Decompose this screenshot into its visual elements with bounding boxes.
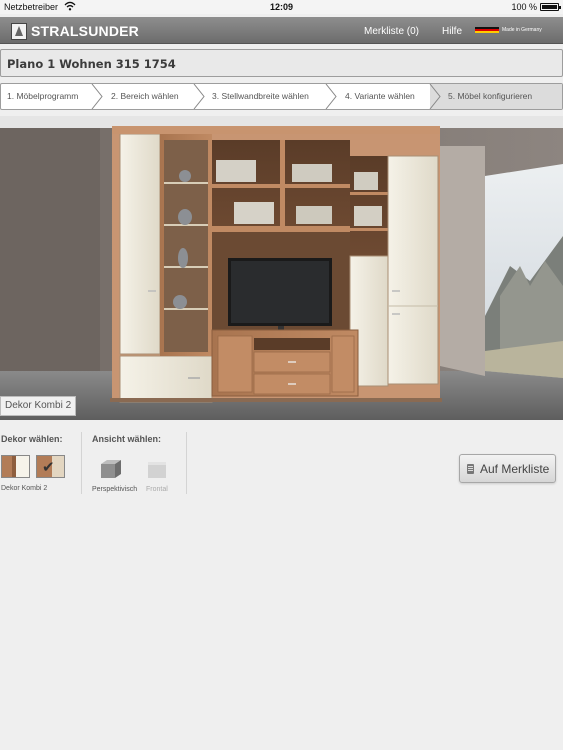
frontal-view-icon[interactable] [146,458,170,480]
step-3[interactable]: 3. Stellwandbreite wählen [206,84,326,109]
help-link[interactable]: Hilfe [442,26,462,37]
step-4[interactable]: 4. Variante wählen [339,84,431,109]
step-2[interactable]: 2. Bereich wählen [105,84,195,109]
step-chevron-icon [325,84,337,109]
product-title: Plano 1 Wohnen 315 1754 [7,57,176,71]
app-header: STRALSUNDER Merkliste (0) Hilfe Made in … [0,17,563,44]
battery-percent: 100 % [511,2,537,12]
clock: 12:09 [269,2,294,12]
perspective-view-icon[interactable] [99,458,123,480]
ansicht-heading: Ansicht wählen: [92,434,162,444]
divider [186,432,187,494]
logo-mark-icon [11,22,27,40]
frontal-view-label[interactable]: Frontal [146,486,168,493]
step-2-label: 2. Bereich wählen [111,91,179,101]
product-title-bar: Plano 1 Wohnen 315 1754 [0,49,563,77]
step-navigation: 1. Möbelprogramm 2. Bereich wählen 3. St… [0,83,563,110]
dekor-heading: Dekor wählen: [1,434,63,444]
add-to-merkliste-button[interactable]: Auf Merkliste [459,454,556,483]
made-in-germany-badge: Made in Germany [475,27,542,33]
battery-icon [540,3,561,11]
dekor-swatch-1[interactable] [1,455,30,478]
step-chevron-icon [193,84,205,109]
step-5-label: 5. Möbel konfigurieren [448,91,533,101]
divider [81,432,82,494]
perspective-view-label[interactable]: Perspektivisch [92,486,137,493]
dekor-swatch-2[interactable]: ✔ [36,455,65,478]
german-flag-icon [475,27,499,33]
made-in-label: Made in Germany [502,27,542,33]
check-icon: ✔ [42,459,55,476]
brand-logo[interactable]: STRALSUNDER [11,21,139,41]
wall-unit-render [0,116,563,420]
merkliste-link[interactable]: Merkliste (0) [364,26,419,37]
step-1[interactable]: 1. Möbelprogramm [1,84,93,109]
brand-name: STRALSUNDER [31,23,139,39]
list-icon [467,464,474,474]
step-1-label: 1. Möbelprogramm [7,91,79,101]
step-chevron-icon [91,84,103,109]
current-dekor-tag: Dekor Kombi 2 [0,396,77,416]
status-bar: Netzbetreiber 12:09 100 % [0,0,563,14]
step-3-label: 3. Stellwandbreite wählen [212,91,309,101]
furniture-preview [0,116,563,420]
add-to-merkliste-label: Auf Merkliste [480,462,550,476]
step-chevron-icon [429,84,441,109]
dekor-caption: Dekor Kombi 2 [1,485,48,492]
step-4-label: 4. Variante wählen [345,91,415,101]
step-5[interactable]: 5. Möbel konfigurieren [442,84,562,109]
